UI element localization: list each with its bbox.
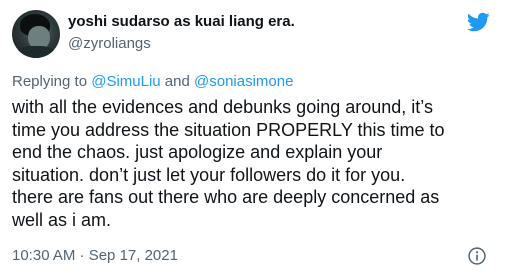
replying-to-connector: and	[160, 73, 195, 90]
tweet-text-line: well as i am.	[12, 209, 112, 230]
mention-link-simuliu[interactable]: @SimuLiu	[91, 73, 160, 90]
avatar-shirt	[16, 46, 56, 58]
mention-link-soniasimone[interactable]: @soniasimone	[194, 73, 293, 90]
tweet-timestamp[interactable]: 10:30 AM · Sep 17, 2021	[12, 246, 178, 266]
avatar[interactable]	[12, 10, 60, 58]
tweet-text-line: situation. don’t just let your followers…	[12, 164, 406, 185]
replying-to-line: Replying to @SimuLiu and @soniasimone	[12, 72, 293, 92]
twitter-bird-icon[interactable]	[464, 10, 492, 34]
tweet-text: with all the evidences and debunks going…	[12, 96, 498, 231]
tweet-text-line: there are fans out there who are deeply …	[12, 187, 440, 207]
info-icon[interactable]	[467, 246, 487, 266]
tweet-card: yoshi sudarso as kuai liang era. @zyroli…	[0, 0, 506, 277]
display-name[interactable]: yoshi sudarso as kuai liang era.	[68, 12, 295, 32]
tweet-text-line: end the chaos. just apologize and explai…	[12, 142, 383, 162]
tweet-text-line: time you address the situation PROPERLY …	[12, 119, 445, 140]
replying-to-prefix: Replying to	[12, 73, 92, 90]
user-handle[interactable]: @zyroliangs	[68, 34, 151, 54]
tweet-text-line: with all the evidences and debunks going…	[12, 97, 433, 117]
